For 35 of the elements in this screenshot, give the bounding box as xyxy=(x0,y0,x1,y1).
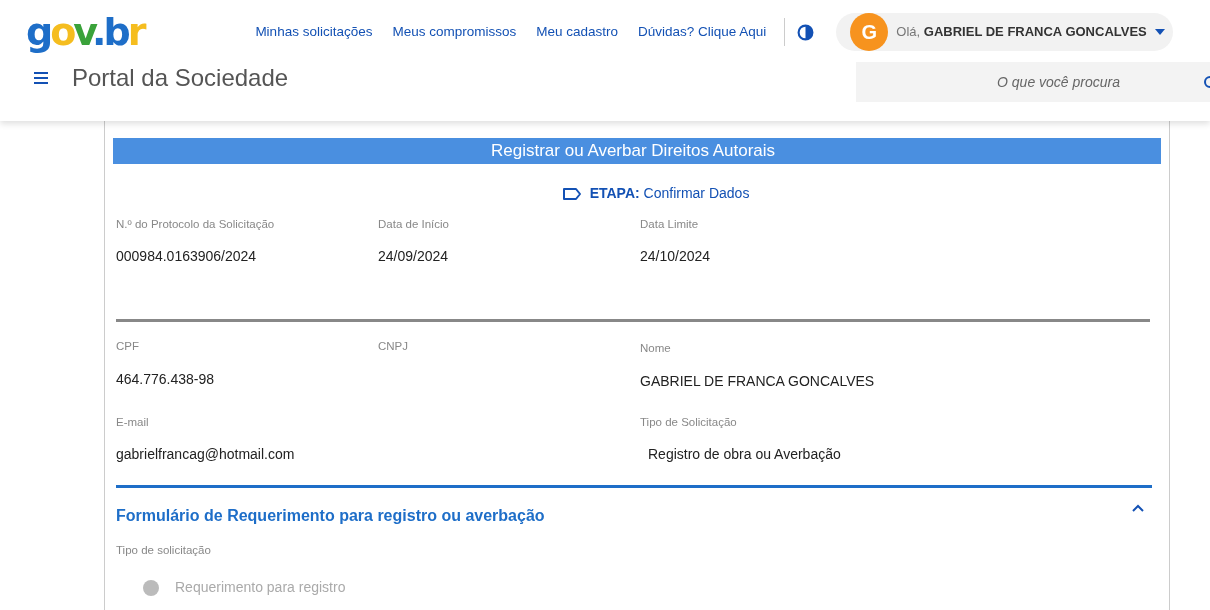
tag-icon xyxy=(561,186,582,201)
search-icon[interactable] xyxy=(1202,76,1210,90)
step-indicator: ETAPA: Confirmar Dados xyxy=(589,184,750,203)
nav-link[interactable]: Meus compromissos xyxy=(392,21,517,43)
field-label: CNPJ xyxy=(378,339,410,355)
field-label: Tipo de solicitação xyxy=(116,542,212,558)
user-avatar: G xyxy=(850,13,889,51)
field-label: Data de Início xyxy=(378,217,450,232)
field-value: gabrielfrancag@hotmail.com xyxy=(116,444,296,464)
field-label: Data Limite xyxy=(640,217,700,232)
field-label: E-mail xyxy=(116,414,150,430)
field-label: CPF xyxy=(116,339,140,355)
field-label: N.º do Protocolo da Solicitação xyxy=(116,217,276,232)
section-title: Formulário de Requerimento para registro ou averbação xyxy=(116,505,545,526)
field-label: Nome xyxy=(640,341,672,357)
field-label: Tipo de Solicitação xyxy=(640,414,738,430)
menu-icon[interactable] xyxy=(34,72,48,84)
page-banner: Registrar ou Averbar Direitos Autorais xyxy=(113,138,1161,164)
user-greeting: Olá, GABRIEL DE FRANCA GONCALVES xyxy=(896,23,1147,42)
user-menu[interactable]: G Olá, GABRIEL DE FRANCA GONCALVES xyxy=(836,13,1173,51)
contrast-icon[interactable] xyxy=(797,23,815,41)
nav-link[interactable]: Meu cadastro xyxy=(536,21,618,43)
field-value: 464.776.438-98 xyxy=(116,369,216,389)
field-value: GABRIEL DE FRANCA GONCALVES xyxy=(640,371,876,391)
portal-title: Portal da Sociedade xyxy=(72,63,289,93)
field-value: 24/09/2024 xyxy=(378,247,450,267)
logo[interactable]: gov.br xyxy=(26,13,144,51)
caret-icon xyxy=(1154,29,1165,35)
chevron-up-icon[interactable] xyxy=(1132,503,1144,512)
search-field[interactable]: O que você procura xyxy=(856,62,1210,102)
nav-link[interactable]: Minhas solicitações xyxy=(255,21,373,43)
field-value: 000984.0163906/2024 xyxy=(116,247,258,267)
field-value: 24/10/2024 xyxy=(640,247,711,267)
field-value: Registro de obra ou Averbação xyxy=(647,444,841,464)
nav-link[interactable]: Dúvidas? Clique Aqui xyxy=(638,21,767,43)
